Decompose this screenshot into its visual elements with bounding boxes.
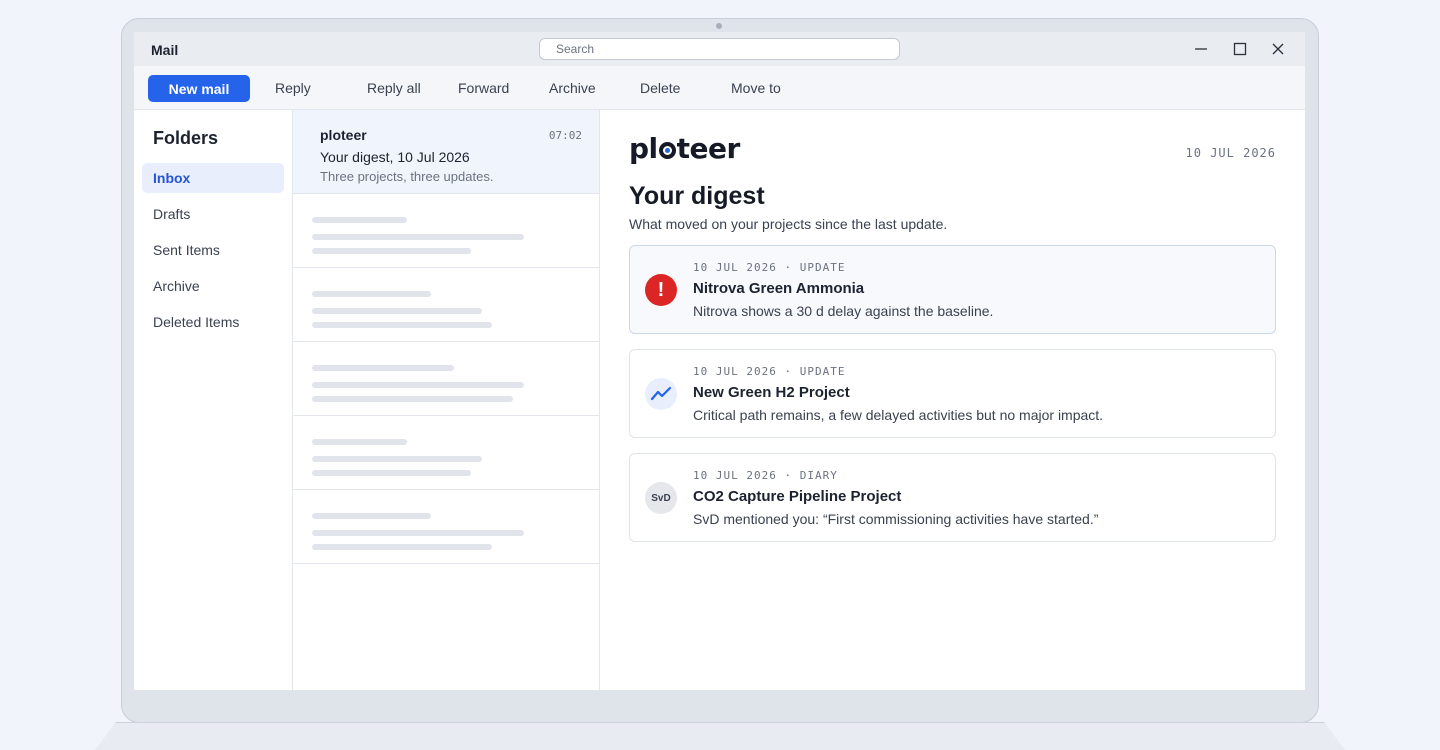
folders-title: Folders <box>153 128 219 148</box>
message-item-placeholder[interactable] <box>293 416 599 490</box>
card-meta: 10 JUL 2026 · UPDATE <box>693 261 846 274</box>
message-item-placeholder[interactable] <box>293 194 599 268</box>
reading-pane: pl teer 10 JUL 2026 Your digest What move… <box>600 110 1305 690</box>
email-date: 10 JUL 2026 <box>1185 146 1276 160</box>
minimize-button[interactable] <box>1190 38 1212 60</box>
card-text: SvD mentioned you: “First commissioning … <box>693 511 1099 527</box>
message-item-placeholder[interactable] <box>293 268 599 342</box>
toolbar: New mail Reply Reply all Forward Archive… <box>134 66 1305 110</box>
placeholder-line <box>312 439 407 445</box>
message-sender: ploteer <box>320 127 367 143</box>
placeholder-line <box>312 470 471 476</box>
card-title: CO2 Capture Pipeline Project <box>693 488 902 505</box>
placeholder-line <box>312 234 524 240</box>
search-input[interactable]: Search <box>539 38 900 60</box>
camera-dot <box>716 23 722 29</box>
archive-button[interactable]: Archive <box>549 80 596 96</box>
mail-window: Mail Search New mail Reply Reply all For… <box>134 32 1305 690</box>
placeholder-line <box>312 382 524 388</box>
placeholder-line <box>312 513 431 519</box>
reply-all-button[interactable]: Reply all <box>367 80 421 96</box>
app-title: Mail <box>151 42 179 58</box>
folder-sent-items[interactable]: Sent Items <box>142 235 284 265</box>
message-item-selected[interactable]: ploteer 07:02 Your digest, 10 Jul 2026 T… <box>293 110 599 194</box>
folder-deleted-items[interactable]: Deleted Items <box>142 307 284 337</box>
placeholder-line <box>312 308 482 314</box>
digest-card-co2-capture[interactable]: SvD 10 JUL 2026 · DIARY CO2 Capture Pipe… <box>629 453 1276 542</box>
message-time: 07:02 <box>548 129 582 142</box>
email-title: Your digest <box>629 182 765 210</box>
new-mail-button[interactable]: New mail <box>148 75 250 102</box>
title-bar: Mail Search <box>134 32 1305 66</box>
close-button[interactable] <box>1267 38 1289 60</box>
placeholder-line <box>312 365 454 371</box>
reply-button[interactable]: Reply <box>275 80 311 96</box>
maximize-icon <box>1233 42 1247 56</box>
message-item-placeholder[interactable] <box>293 342 599 416</box>
close-icon <box>1272 43 1284 55</box>
placeholder-line <box>312 248 471 254</box>
alert-icon: ! <box>645 274 677 306</box>
card-title: New Green H2 Project <box>693 384 850 401</box>
message-item-placeholder[interactable] <box>293 490 599 564</box>
digest-card-nitrova[interactable]: ! 10 JUL 2026 · UPDATE Nitrova Green Amm… <box>629 245 1276 334</box>
placeholder-line <box>312 217 407 223</box>
digest-card-green-h2[interactable]: 10 JUL 2026 · UPDATE New Green H2 Projec… <box>629 349 1276 438</box>
card-title: Nitrova Green Ammonia <box>693 280 865 297</box>
email-subtitle: What moved on your projects since the la… <box>629 216 948 232</box>
folder-archive[interactable]: Archive <box>142 271 284 301</box>
folder-drafts[interactable]: Drafts <box>142 199 284 229</box>
card-meta: 10 JUL 2026 · UPDATE <box>693 365 846 378</box>
placeholder-line <box>312 530 524 536</box>
card-text: Nitrova shows a 30 d delay against the b… <box>693 303 994 319</box>
placeholder-line <box>312 322 492 328</box>
placeholder-line <box>312 544 492 550</box>
placeholder-line <box>312 396 513 402</box>
folders-pane: Folders Inbox Drafts Sent Items Archive … <box>134 110 293 690</box>
delete-button[interactable]: Delete <box>640 80 680 96</box>
message-preview: Three projects, three updates. <box>320 169 494 184</box>
minimize-icon <box>1195 48 1207 50</box>
trend-icon <box>645 378 677 410</box>
folder-inbox[interactable]: Inbox <box>142 163 284 193</box>
placeholder-line <box>312 456 482 462</box>
avatar: SvD <box>645 482 677 514</box>
forward-button[interactable]: Forward <box>458 80 509 96</box>
laptop-base <box>86 722 1354 750</box>
card-meta: 10 JUL 2026 · DIARY <box>693 469 838 482</box>
card-text: Critical path remains, a few delayed act… <box>693 407 1104 423</box>
brand-logo-o-icon <box>658 142 676 159</box>
brand-logo: pl teer <box>629 132 740 165</box>
message-subject: Your digest, 10 Jul 2026 <box>320 149 470 165</box>
placeholder-line <box>312 291 431 297</box>
message-list: ploteer 07:02 Your digest, 10 Jul 2026 T… <box>293 110 600 690</box>
move-to-button[interactable]: Move to <box>731 80 781 96</box>
maximize-button[interactable] <box>1229 38 1251 60</box>
